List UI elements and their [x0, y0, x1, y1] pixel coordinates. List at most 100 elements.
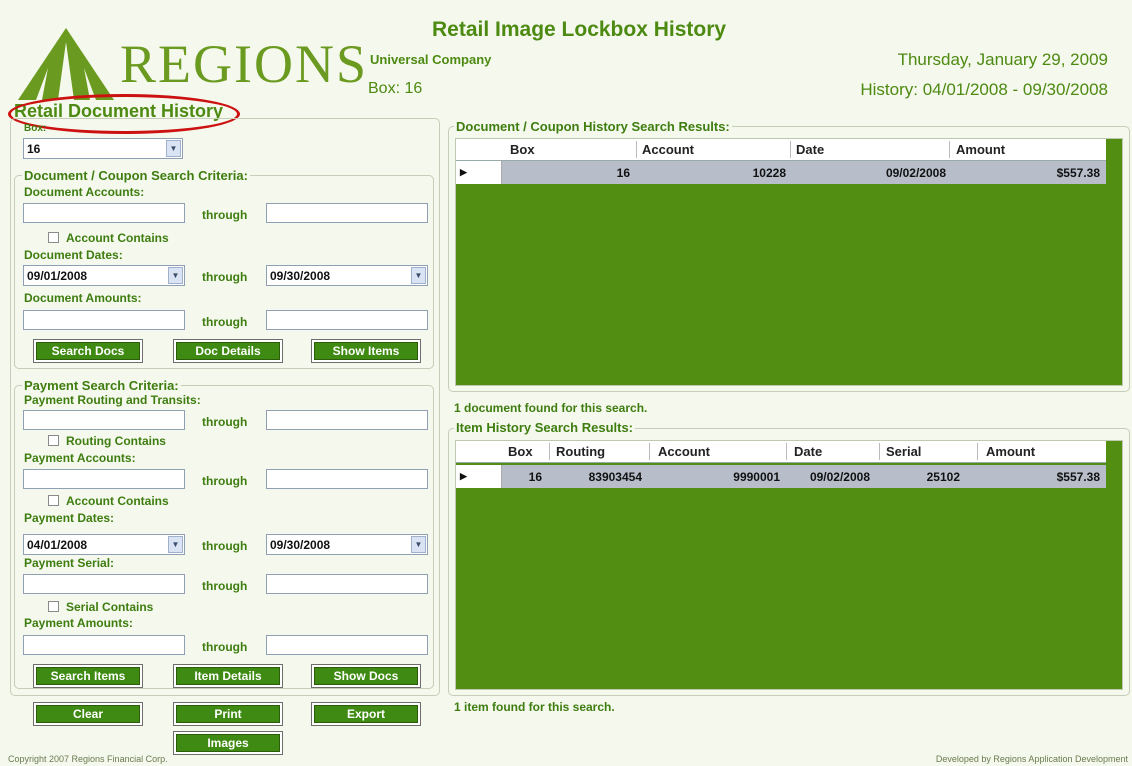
doc-amount-to-input[interactable] — [266, 310, 428, 330]
cell-amount: $557.38 — [1056, 166, 1100, 180]
col-serial[interactable]: Serial — [886, 444, 921, 459]
table-row[interactable]: ▶ 16 10228 09/02/2008 $557.38 — [456, 161, 1106, 184]
pay-date-to-value: 09/30/2008 — [270, 538, 331, 552]
doc-date-from-value: 09/01/2008 — [27, 269, 88, 283]
through-label: through — [202, 270, 248, 284]
doc-date-to-select[interactable]: 09/30/2008 ▼ — [266, 265, 428, 286]
doc-details-button[interactable]: Doc Details — [176, 342, 280, 360]
pay-account-contains-label: Account Contains — [66, 494, 169, 508]
show-items-button[interactable]: Show Items — [314, 342, 418, 360]
doc-results-legend: Document / Coupon History Search Results… — [454, 119, 732, 134]
pay-routing-to-input[interactable] — [266, 410, 428, 430]
col-date[interactable]: Date — [794, 444, 822, 459]
pay-criteria-legend: Payment Search Criteria: — [22, 378, 181, 393]
chevron-down-icon[interactable]: ▼ — [411, 267, 426, 284]
page-title: Retail Image Lockbox History — [432, 18, 727, 41]
routing-contains-label: Routing Contains — [66, 434, 166, 448]
pay-date-to-select[interactable]: 09/30/2008 ▼ — [266, 534, 428, 555]
search-docs-button[interactable]: Search Docs — [36, 342, 140, 360]
serial-contains-label: Serial Contains — [66, 600, 154, 614]
doc-account-to-input[interactable] — [266, 203, 428, 223]
pay-dates-label: Payment Dates: — [24, 511, 115, 525]
chevron-down-icon[interactable]: ▼ — [166, 140, 181, 157]
col-account[interactable]: Account — [642, 142, 694, 157]
cell-date: 09/02/2008 — [885, 166, 946, 180]
row-selector-arrow-icon[interactable]: ▶ — [456, 465, 502, 488]
pay-amount-from-input[interactable] — [23, 635, 185, 655]
item-details-button[interactable]: Item Details — [176, 667, 280, 685]
box-select-value: 16 — [27, 142, 41, 156]
doc-account-from-input[interactable] — [23, 203, 185, 223]
pay-routing-from-input[interactable] — [23, 410, 185, 430]
cell-amount: $557.38 — [1056, 470, 1100, 484]
images-button[interactable]: Images — [176, 734, 280, 752]
cell-box: 16 — [616, 166, 630, 180]
col-box[interactable]: Box — [510, 142, 535, 157]
chevron-down-icon[interactable]: ▼ — [411, 536, 426, 553]
pay-account-contains-checkbox[interactable] — [48, 495, 59, 506]
search-items-button[interactable]: Search Items — [36, 667, 140, 685]
pay-accounts-label: Payment Accounts: — [24, 451, 136, 465]
doc-results-grid: Box Account Date Amount ▶ 16 10228 09/02… — [455, 138, 1123, 386]
doc-accounts-label: Document Accounts: — [24, 185, 145, 199]
doc-account-contains-checkbox[interactable] — [48, 232, 59, 243]
row-selector-arrow-icon[interactable]: ▶ — [456, 161, 502, 184]
box-select[interactable]: 16 ▼ — [23, 138, 183, 159]
cell-account: 9990001 — [733, 470, 780, 484]
through-label: through — [202, 640, 248, 654]
col-amount[interactable]: Amount — [986, 444, 1035, 459]
col-account[interactable]: Account — [658, 444, 710, 459]
col-amount[interactable]: Amount — [956, 142, 1005, 157]
history-range: History: 04/01/2008 - 09/30/2008 — [860, 80, 1108, 99]
cell-date: 09/02/2008 — [809, 470, 870, 484]
copyright-text: Copyright 2007 Regions Financial Corp. — [8, 754, 168, 764]
pay-date-from-value: 04/01/2008 — [27, 538, 88, 552]
export-button[interactable]: Export — [314, 705, 418, 723]
col-date[interactable]: Date — [796, 142, 824, 157]
pay-account-to-input[interactable] — [266, 469, 428, 489]
doc-amounts-label: Document Amounts: — [24, 291, 142, 305]
cell-serial: 25102 — [926, 470, 960, 484]
doc-account-contains-label: Account Contains — [66, 231, 169, 245]
current-date: Thursday, January 29, 2009 — [897, 50, 1108, 69]
item-results-status: 1 item found for this search. — [454, 700, 615, 714]
table-row[interactable]: ▶ 16 83903454 9990001 09/02/2008 25102 $… — [456, 465, 1106, 488]
cell-account: 10228 — [752, 166, 786, 180]
pay-amount-to-input[interactable] — [266, 635, 428, 655]
item-grid-header: Box Routing Account Date Serial Amount — [456, 441, 1106, 463]
regions-logo-icon — [18, 28, 114, 100]
pay-date-from-select[interactable]: 04/01/2008 ▼ — [23, 534, 185, 555]
pay-serial-to-input[interactable] — [266, 574, 428, 594]
pay-routing-label: Payment Routing and Transits: — [24, 393, 201, 407]
doc-dates-label: Document Dates: — [24, 248, 123, 262]
cell-box: 16 — [528, 470, 542, 484]
company-name: Universal Company — [370, 52, 492, 67]
through-label: through — [202, 415, 248, 429]
box-label: Box: 16 — [368, 80, 423, 97]
through-label: through — [202, 474, 248, 488]
print-button[interactable]: Print — [176, 705, 280, 723]
chevron-down-icon[interactable]: ▼ — [168, 536, 183, 553]
pay-amounts-label: Payment Amounts: — [24, 616, 133, 630]
clear-button[interactable]: Clear — [36, 705, 140, 723]
cell-routing: 83903454 — [588, 470, 642, 484]
doc-criteria-legend: Document / Coupon Search Criteria: — [22, 168, 250, 183]
doc-grid-header: Box Account Date Amount — [456, 139, 1106, 161]
pay-serial-from-input[interactable] — [23, 574, 185, 594]
doc-results-status: 1 document found for this search. — [454, 401, 648, 415]
routing-contains-checkbox[interactable] — [48, 435, 59, 446]
pay-serial-label: Payment Serial: — [24, 556, 115, 570]
col-routing[interactable]: Routing — [556, 444, 605, 459]
through-label: through — [202, 539, 248, 553]
pay-account-from-input[interactable] — [23, 469, 185, 489]
through-label: through — [202, 315, 248, 329]
doc-date-to-value: 09/30/2008 — [270, 269, 331, 283]
doc-date-from-select[interactable]: 09/01/2008 ▼ — [23, 265, 185, 286]
doc-amount-from-input[interactable] — [23, 310, 185, 330]
chevron-down-icon[interactable]: ▼ — [168, 267, 183, 284]
show-docs-button[interactable]: Show Docs — [314, 667, 418, 685]
item-results-legend: Item History Search Results: — [454, 420, 636, 435]
serial-contains-checkbox[interactable] — [48, 601, 59, 612]
col-box[interactable]: Box — [508, 444, 533, 459]
item-results-grid: Box Routing Account Date Serial Amount ▶… — [455, 440, 1123, 690]
